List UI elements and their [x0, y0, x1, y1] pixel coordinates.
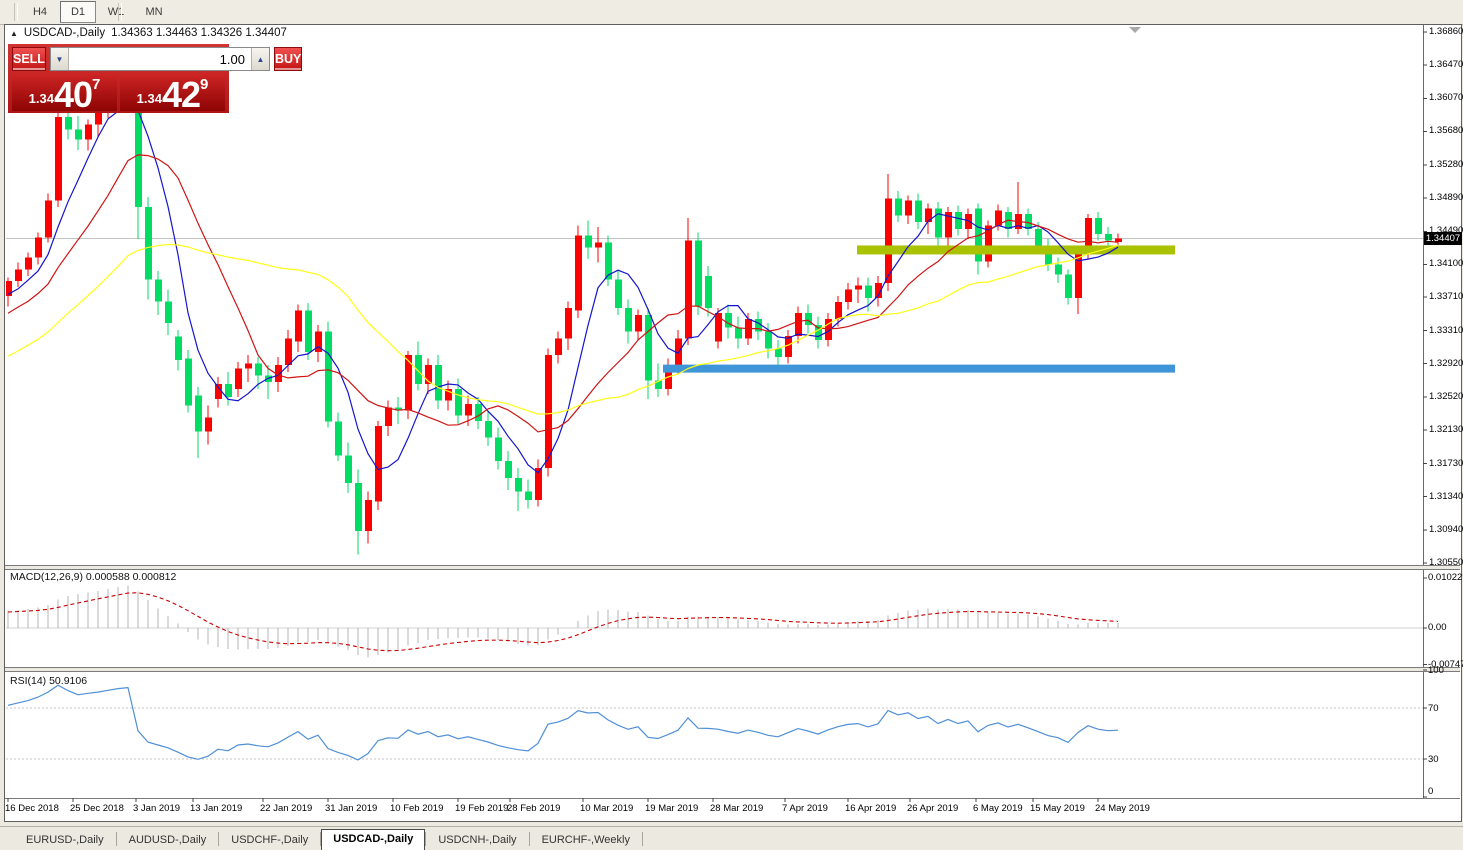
- price-axis-label: 1.30940: [1429, 524, 1463, 535]
- date-axis-label: 19 Feb 2019: [455, 803, 508, 814]
- scroll-marker-icon[interactable]: [1129, 27, 1141, 33]
- rsi-axis-label: 100: [1428, 665, 1463, 676]
- chart-tab-usdchf-daily[interactable]: USDCHF-,Daily: [219, 831, 320, 850]
- price-axis-label: 1.33710: [1429, 291, 1463, 302]
- chart-header: ▲ USDCAD-,Daily 1.34363 1.34463 1.34326 …: [10, 27, 287, 39]
- price-axis-label: 1.34100: [1429, 258, 1463, 269]
- date-axis-label: 28 Mar 2019: [710, 803, 763, 814]
- price-axis-label: 1.36070: [1429, 92, 1463, 103]
- buy-quote[interactable]: 1.34 42 9: [120, 73, 225, 111]
- price-axis-label: 1.35280: [1429, 159, 1463, 170]
- chart-tab-usdcnh-daily[interactable]: USDCNH-,Daily: [426, 831, 528, 850]
- chart-tab-audusd-daily[interactable]: AUDUSD-,Daily: [117, 831, 219, 850]
- price-axis-label: 1.33310: [1429, 325, 1463, 336]
- trade-panel-row: SELL ▼ ▲ BUY: [8, 44, 229, 73]
- date-axis-label: 31 Jan 2019: [325, 803, 377, 814]
- ma-fast-line: [8, 99, 1118, 473]
- date-axis-label: 28 Feb 2019: [507, 803, 560, 814]
- date-axis-label: 26 Apr 2019: [907, 803, 958, 814]
- current-price-tag: 1.34407: [1424, 232, 1462, 245]
- price-axis-label: 1.32520: [1429, 391, 1463, 402]
- buy-price-main: 42: [162, 80, 200, 110]
- date-axis-label: 25 Dec 2018: [70, 803, 124, 814]
- price-axis-label: 1.32130: [1429, 424, 1463, 435]
- chart-tab-bar: EURUSD-,DailyAUDUSD-,DailyUSDCHF-,DailyU…: [0, 826, 1463, 850]
- volume-stepper: ▼ ▲: [50, 47, 270, 71]
- price-axis-label: 1.32920: [1429, 358, 1463, 369]
- date-axis-label: 13 Jan 2019: [190, 803, 242, 814]
- tab-separator: [642, 832, 643, 846]
- chart-tab-usdcad-daily[interactable]: USDCAD-,Daily: [321, 829, 425, 850]
- price-axis-label: 1.36470: [1429, 59, 1463, 70]
- date-axis-label: 7 Apr 2019: [782, 803, 828, 814]
- date-axis-label: 16 Dec 2018: [5, 803, 59, 814]
- rsi-axis-label: 70: [1428, 703, 1463, 714]
- rsi-label: RSI(14) 50.9106: [10, 675, 87, 687]
- volume-input[interactable]: [69, 48, 251, 70]
- price-axis-label: 1.31340: [1429, 491, 1463, 502]
- date-axis-label: 16 Apr 2019: [845, 803, 896, 814]
- sell-price-prefix: 1.34: [29, 91, 54, 106]
- chart-tab-eurusd-daily[interactable]: EURUSD-,Daily: [14, 831, 116, 850]
- axis-ticks: [8, 32, 1427, 802]
- support-line[interactable]: [663, 365, 1175, 373]
- volume-down-button[interactable]: ▼: [51, 48, 69, 70]
- volume-up-button[interactable]: ▲: [251, 48, 269, 70]
- rsi-axis-label: 0: [1428, 786, 1463, 797]
- price-axis-label: 1.31730: [1429, 458, 1463, 469]
- rsi-axis-label: 30: [1428, 754, 1463, 765]
- macd-axis-label: 0.010229: [1428, 572, 1463, 583]
- pane-borders: [5, 25, 1460, 799]
- price-axis-label: 1.35680: [1429, 125, 1463, 136]
- sell-button[interactable]: SELL: [12, 47, 46, 71]
- macd-label: MACD(12,26,9) 0.000588 0.000812: [10, 571, 176, 583]
- sell-price-main: 40: [54, 80, 92, 110]
- date-axis-label: 24 May 2019: [1095, 803, 1150, 814]
- resistance-line[interactable]: [857, 245, 1175, 254]
- chart-symbol: USDCAD-,Daily: [24, 27, 105, 39]
- price-axis-label: 1.34890: [1429, 192, 1463, 203]
- ma-slow-line: [8, 244, 1118, 414]
- macd-signal-line: [8, 593, 1118, 651]
- buy-price-prefix: 1.34: [137, 91, 162, 106]
- rsi-line: [8, 685, 1118, 760]
- date-axis-label: 15 May 2019: [1030, 803, 1085, 814]
- buy-price-sup: 9: [200, 76, 208, 93]
- one-click-trading-panel: SELL ▼ ▲ BUY 1.34 40 7 1.34 42 9: [8, 44, 229, 113]
- date-axis-label: 10 Mar 2019: [580, 803, 633, 814]
- sell-price-sup: 7: [92, 76, 100, 93]
- chart-ohlc: 1.34363 1.34463 1.34326 1.34407: [111, 27, 287, 39]
- date-axis-label: 6 May 2019: [973, 803, 1023, 814]
- app: H4D1W1MN ▲ USDCAD-,Daily 1.34363 1.34463…: [0, 0, 1463, 850]
- macd-histogram: [8, 586, 1118, 658]
- price-axis-label: 1.36860: [1429, 26, 1463, 37]
- sell-quote[interactable]: 1.34 40 7: [12, 73, 117, 111]
- date-axis-label: 22 Jan 2019: [260, 803, 312, 814]
- chart-tab-eurchf-weekly[interactable]: EURCHF-,Weekly: [530, 831, 642, 850]
- collapse-icon[interactable]: ▲: [10, 29, 18, 38]
- date-axis-label: 19 Mar 2019: [645, 803, 698, 814]
- date-axis-label: 10 Feb 2019: [390, 803, 443, 814]
- candlestick-series: [5, 51, 1122, 555]
- chart-canvas[interactable]: [0, 0, 1463, 850]
- quote-row: 1.34 40 7 1.34 42 9: [8, 73, 229, 111]
- date-axis-label: 3 Jan 2019: [133, 803, 180, 814]
- macd-axis-label: 0.00: [1428, 622, 1463, 633]
- buy-button[interactable]: BUY: [274, 47, 302, 71]
- price-axis-label: 1.30550: [1429, 557, 1463, 568]
